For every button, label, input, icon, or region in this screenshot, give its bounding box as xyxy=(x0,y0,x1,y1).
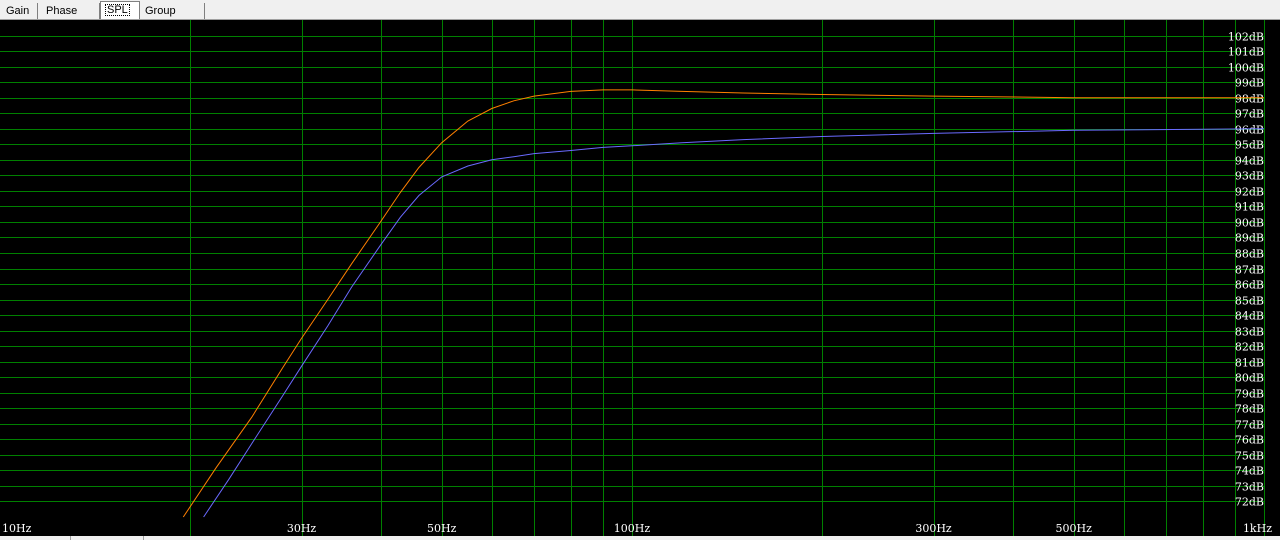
x-tick-label: 30Hz xyxy=(287,522,317,535)
y-tick-label: 90dB xyxy=(1235,217,1264,230)
x-tick-label: 10Hz xyxy=(2,522,32,535)
x-tick-label: 300Hz xyxy=(915,522,952,535)
bottom-separator xyxy=(70,536,71,540)
y-tick-label: 101dB xyxy=(1228,46,1264,59)
y-tick-label: 72dB xyxy=(1235,496,1264,509)
y-tick-label: 77dB xyxy=(1235,419,1264,432)
y-tick-label: 82dB xyxy=(1235,341,1264,354)
y-tick-label: 95dB xyxy=(1235,139,1264,152)
tab-group-delay[interactable]: Group delay xyxy=(141,3,205,33)
y-tick-label: 96dB xyxy=(1235,124,1264,137)
tab-spl-label: SPL xyxy=(105,4,130,16)
y-tick-label: 87dB xyxy=(1235,264,1264,277)
y-tick-label: 86dB xyxy=(1235,279,1264,292)
y-tick-label: 80dB xyxy=(1235,372,1264,385)
x-tick-label: 1kHz xyxy=(1243,522,1272,535)
y-tick-label: 85dB xyxy=(1235,295,1264,308)
spl-chart: 102dB 101dB 100dB 99dB 98dB 97dB 96dB 95dB 94dB 9… xyxy=(0,20,1280,536)
tab-phase-plot[interactable]: Phase plot xyxy=(42,3,100,33)
tab-spl[interactable]: SPL xyxy=(100,1,140,19)
y-tick-label: 73dB xyxy=(1235,481,1264,494)
y-tick-label: 81dB xyxy=(1235,357,1264,370)
y-tick-label: 75dB xyxy=(1235,450,1264,463)
y-tick-label: 98dB xyxy=(1235,93,1264,106)
y-tick-label: 74dB xyxy=(1235,465,1264,478)
y-tick-label: 93dB xyxy=(1235,170,1264,183)
bottom-separator xyxy=(143,536,144,540)
x-tick-label: 100Hz xyxy=(614,522,651,535)
y-tick-label: 94dB xyxy=(1235,155,1264,168)
y-tick-label: 84dB xyxy=(1235,310,1264,323)
y-tick-label: 99dB xyxy=(1235,77,1264,90)
y-tick-label: 91dB xyxy=(1235,201,1264,214)
y-tick-label: 76dB xyxy=(1235,434,1264,447)
y-tick-label: 92dB xyxy=(1235,186,1264,199)
tab-bar: Gain Phase plot SPL Group delay xyxy=(0,0,1280,33)
tab-gain[interactable]: Gain xyxy=(2,3,38,19)
y-tick-label: 79dB xyxy=(1235,388,1264,401)
tab-gain-label: Gain xyxy=(6,5,30,17)
y-tick-label: 100dB xyxy=(1228,62,1264,75)
x-tick-label: 50Hz xyxy=(427,522,457,535)
bottom-strip xyxy=(0,536,1280,540)
y-tick-label: 88dB xyxy=(1235,248,1264,261)
y-tick-label: 83dB xyxy=(1235,326,1264,339)
y-tick-label: 102dB xyxy=(1228,31,1264,44)
y-tick-label: 89dB xyxy=(1235,232,1264,245)
y-tick-label: 78dB xyxy=(1235,403,1264,416)
x-tick-label: 500Hz xyxy=(1056,522,1093,535)
y-tick-label: 97dB xyxy=(1235,108,1264,121)
